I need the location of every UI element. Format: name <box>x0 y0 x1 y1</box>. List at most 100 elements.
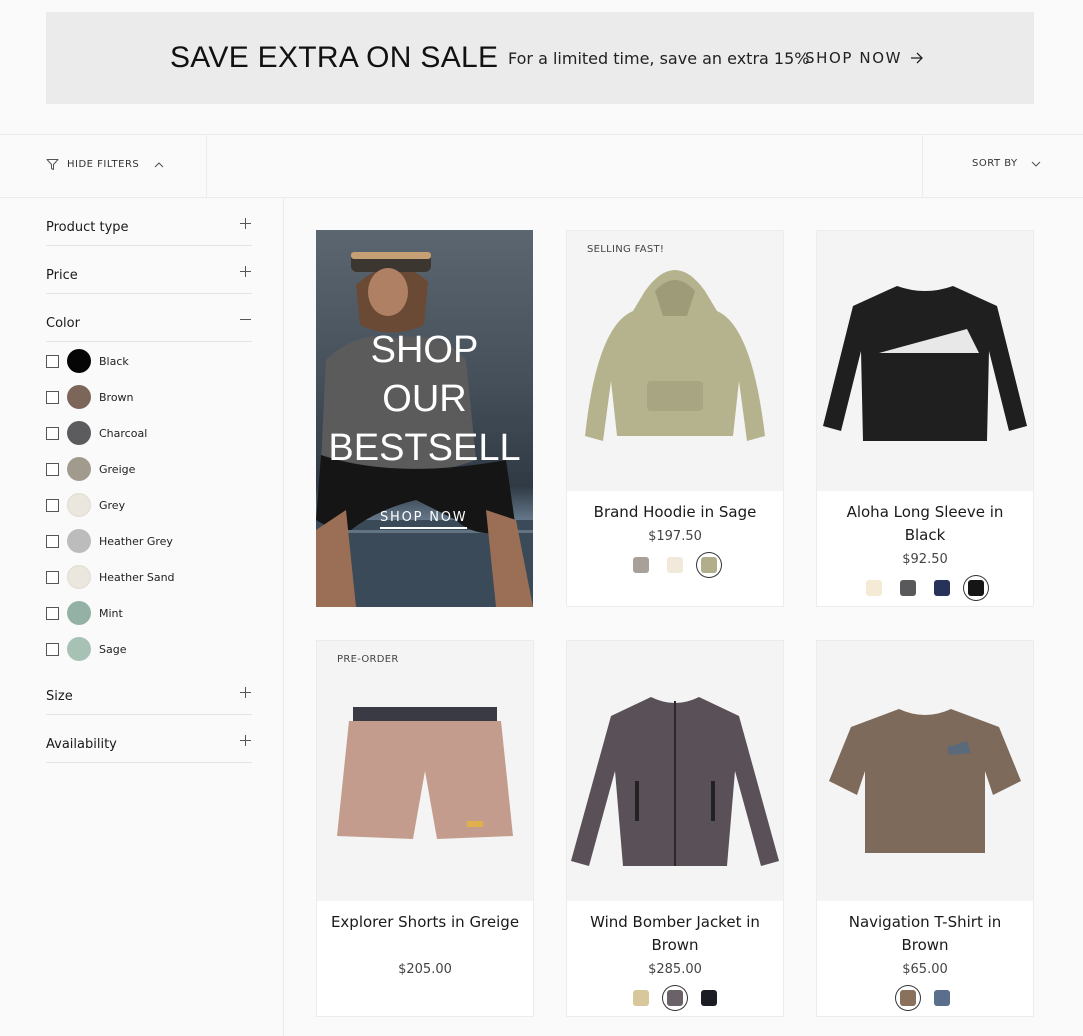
swatch-hoodie-grey <box>633 557 649 573</box>
swatch-cream <box>866 580 882 596</box>
color-option-sage[interactable]: Sage <box>46 636 246 662</box>
plus-icon <box>240 735 252 747</box>
product-swatches <box>567 553 783 577</box>
color-checkbox[interactable] <box>46 354 59 368</box>
color-swatch <box>67 421 91 445</box>
color-option-black[interactable]: Black <box>46 348 246 374</box>
product-card[interactable]: SELLING FAST! Brand Hoodie in Sage $197.… <box>566 230 784 607</box>
color-swatch-selected[interactable] <box>896 986 920 1010</box>
swatch-hoodie-sage <box>701 557 717 573</box>
color-option-heather-sand[interactable]: Heather Sand <box>46 564 246 590</box>
color-option-greige[interactable]: Greige <box>46 456 246 482</box>
color-swatch <box>67 457 91 481</box>
product-title[interactable]: Navigation T-Shirt in Brown <box>827 911 1023 957</box>
color-swatch-selected[interactable] <box>697 553 721 577</box>
color-swatch <box>67 385 91 409</box>
product-image[interactable]: SELLING FAST! <box>567 231 783 491</box>
color-checkbox[interactable] <box>46 426 59 440</box>
product-image[interactable]: PRE-ORDER <box>317 641 533 901</box>
toolbar-divider <box>206 135 207 198</box>
color-swatch[interactable] <box>896 576 920 600</box>
hero-shop-now-link[interactable]: SHOP NOW <box>380 510 468 529</box>
hide-filters-label: HIDE FILTERS <box>67 159 140 170</box>
hero-headline-line: SHOP <box>370 329 479 371</box>
color-checkbox[interactable] <box>46 390 59 404</box>
swatch-navy <box>934 580 950 596</box>
color-option-heather-grey[interactable]: Heather Grey <box>46 528 246 554</box>
plus-icon <box>240 218 252 230</box>
color-checkbox[interactable] <box>46 534 59 548</box>
color-option-label: Mint <box>99 606 123 620</box>
product-price: $65.00 <box>902 962 948 977</box>
color-checkbox[interactable] <box>46 642 59 656</box>
chevron-down-icon <box>1031 161 1041 167</box>
color-option-charcoal[interactable]: Charcoal <box>46 420 246 446</box>
filter-product-type-toggle[interactable]: Product type <box>46 218 252 246</box>
color-option-label: Brown <box>99 390 134 404</box>
promo-text: For a limited time, save an extra 15% <box>508 49 810 68</box>
color-option-brown[interactable]: Brown <box>46 384 246 410</box>
color-swatch <box>67 349 91 373</box>
color-checkbox[interactable] <box>46 606 59 620</box>
product-title[interactable]: Wind Bomber Jacket in Brown <box>577 911 773 957</box>
arrow-right-icon <box>911 52 924 64</box>
color-swatch[interactable] <box>930 986 954 1010</box>
color-swatch[interactable] <box>629 553 653 577</box>
color-swatch[interactable] <box>697 986 721 1010</box>
product-image[interactable] <box>817 641 1033 901</box>
filter-size-toggle[interactable]: Size <box>46 687 252 715</box>
color-option-mint[interactable]: Mint <box>46 600 246 626</box>
bomber-jacket-image <box>571 697 779 866</box>
color-swatch-selected[interactable] <box>964 576 988 600</box>
product-title[interactable]: Explorer Shorts in Greige <box>327 911 523 934</box>
product-card[interactable]: Aloha Long Sleeve in Black $92.50 <box>816 230 1034 607</box>
swatch-black <box>701 990 717 1006</box>
product-image[interactable] <box>567 641 783 901</box>
bestsellers-promo-tile[interactable]: SHOP OUR BESTSELL SHOP NOW <box>316 230 533 607</box>
color-swatch[interactable] <box>663 553 687 577</box>
color-checkbox[interactable] <box>46 462 59 476</box>
color-checkbox[interactable] <box>46 498 59 512</box>
swatch-sand <box>633 990 649 1006</box>
color-swatch[interactable] <box>862 576 886 600</box>
swatch-black <box>968 580 984 596</box>
promo-shop-now-link[interactable]: SHOP NOW <box>805 49 924 67</box>
sort-by-button[interactable]: SORT BY <box>972 158 1042 169</box>
swatch-brown <box>900 990 916 1006</box>
product-swatches <box>817 576 1033 600</box>
color-swatch <box>67 493 91 517</box>
product-card[interactable]: Navigation T-Shirt in Brown $65.00 <box>816 640 1034 1017</box>
filter-price-toggle[interactable]: Price <box>46 266 252 294</box>
product-card[interactable]: PRE-ORDER Explorer Shorts in Greige $205… <box>316 640 534 1017</box>
product-image[interactable] <box>817 231 1033 491</box>
product-title[interactable]: Brand Hoodie in Sage <box>577 501 773 524</box>
color-swatch <box>67 637 91 661</box>
swatch-brown <box>667 990 683 1006</box>
promo-title: SAVE EXTRA ON SALE <box>170 41 499 74</box>
filter-color-toggle[interactable]: Color <box>46 314 252 342</box>
color-option-label: Heather Sand <box>99 570 175 584</box>
color-swatch[interactable] <box>930 576 954 600</box>
filter-availability-toggle[interactable]: Availability <box>46 735 252 763</box>
hide-filters-button[interactable]: HIDE FILTERS <box>46 158 165 171</box>
product-swatches <box>817 986 1033 1010</box>
color-option-grey[interactable]: Grey <box>46 492 246 518</box>
color-checkbox[interactable] <box>46 570 59 584</box>
color-swatch[interactable] <box>629 986 653 1010</box>
product-title[interactable]: Aloha Long Sleeve in Black <box>827 501 1023 547</box>
filter-size-label: Size <box>46 689 73 704</box>
color-option-label: Black <box>99 354 129 368</box>
plus-icon <box>240 266 252 278</box>
product-price: $197.50 <box>648 529 702 544</box>
plus-icon <box>240 687 252 699</box>
t-shirt-image <box>829 709 1021 853</box>
color-swatch-selected[interactable] <box>663 986 687 1010</box>
filter-color-label: Color <box>46 316 80 331</box>
product-card[interactable]: Wind Bomber Jacket in Brown $285.00 <box>566 640 784 1017</box>
color-swatch <box>67 601 91 625</box>
hero-headline-line: OUR <box>382 378 467 420</box>
product-badge: PRE-ORDER <box>337 654 399 665</box>
filter-icon <box>46 159 59 170</box>
promo-banner: SAVE EXTRA ON SALE For a limited time, s… <box>46 12 1034 104</box>
sort-by-label: SORT BY <box>972 158 1018 169</box>
